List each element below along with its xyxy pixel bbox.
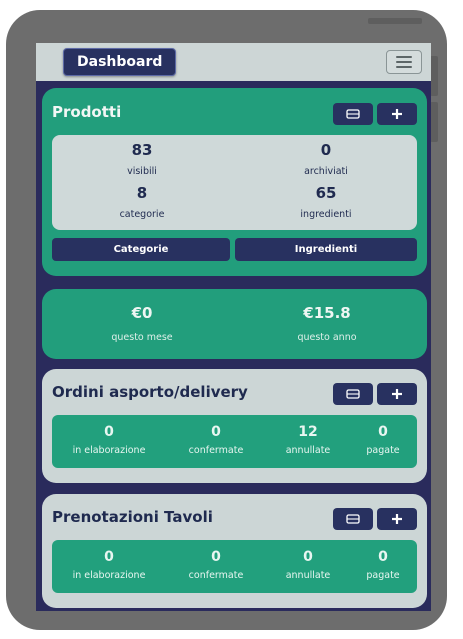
orders-title: Ordini asporto/delivery [52, 383, 248, 401]
stat-value: 12 [298, 424, 318, 440]
reservations-card: Prenotazioni Tavoli 0 in elaborazione 0 … [42, 494, 427, 608]
stat-label: annullate [285, 570, 331, 581]
reservations-actions [333, 508, 417, 530]
revenue-month-value: €0 [131, 304, 153, 322]
products-card: Prodotti 83 visibili 0 archiviati 8 cate… [42, 88, 427, 276]
revenue-year-label: questo anno [297, 332, 357, 343]
revenue-year: €15.8 questo anno [237, 304, 417, 343]
stat-ingredients: 65 ingredienti [246, 184, 406, 220]
orders-stat-processing: 0 in elaborazione [54, 424, 164, 456]
reservations-add-button[interactable] [377, 508, 417, 530]
stat-value: 0 [303, 549, 313, 565]
stat-value: 0 [211, 549, 221, 565]
stat-value: 0 [378, 549, 388, 565]
reservations-stat-paid: 0 pagate [354, 549, 412, 581]
products-title: Prodotti [52, 103, 122, 121]
stat-label: annullate [285, 445, 331, 456]
products-stats: 83 visibili 0 archiviati 8 categorie 65 … [52, 135, 417, 230]
list-icon [346, 109, 360, 119]
orders-card: Ordini asporto/delivery 0 in elaborazion… [42, 369, 427, 483]
products-add-button[interactable] [377, 103, 417, 125]
hamburger-icon[interactable] [386, 50, 422, 74]
device-volume-up [430, 56, 438, 96]
stat-value: 0 [211, 424, 221, 440]
stat-visible: 83 visibili [62, 141, 222, 177]
stat-value: 0 [104, 424, 114, 440]
stat-label: visibili [127, 166, 157, 177]
plus-icon [392, 389, 402, 399]
reservations-stat-confirmed: 0 confermate [170, 549, 262, 581]
orders-stats: 0 in elaborazione 0 confermate 12 annull… [52, 415, 417, 468]
stat-archived: 0 archiviati [246, 141, 406, 177]
orders-stat-cancelled: 12 annullate [272, 424, 344, 456]
device-top-button [368, 18, 422, 24]
stat-label: pagate [366, 570, 400, 581]
orders-list-button[interactable] [333, 383, 373, 405]
stat-value: 0 [104, 549, 114, 565]
app-screen: Dashboard Prodotti 83 visibili 0 archivi… [36, 43, 431, 611]
device-frame: Dashboard Prodotti 83 visibili 0 archivi… [6, 10, 447, 630]
device-volume-down [430, 102, 438, 142]
reservations-stats: 0 in elaborazione 0 confermate 0 annulla… [52, 540, 417, 593]
stat-label: confermate [188, 570, 244, 581]
stat-label: confermate [188, 445, 244, 456]
stat-label: categorie [119, 209, 165, 220]
reservations-stat-cancelled: 0 annullate [272, 549, 344, 581]
stat-label: in elaborazione [72, 445, 146, 456]
revenue-month-label: questo mese [111, 332, 173, 343]
navbar: Dashboard [36, 43, 431, 81]
plus-icon [392, 109, 402, 119]
stat-value: 65 [315, 184, 337, 202]
orders-add-button[interactable] [377, 383, 417, 405]
stat-value: 83 [131, 141, 153, 159]
orders-stat-confirmed: 0 confermate [170, 424, 262, 456]
products-list-button[interactable] [333, 103, 373, 125]
dashboard-brand-button[interactable]: Dashboard [63, 48, 177, 76]
stat-label: in elaborazione [72, 570, 146, 581]
categories-button[interactable]: Categorie [52, 238, 230, 261]
reservations-stat-processing: 0 in elaborazione [54, 549, 164, 581]
stat-categories: 8 categorie [62, 184, 222, 220]
reservations-title: Prenotazioni Tavoli [52, 508, 213, 526]
products-actions [333, 103, 417, 125]
stat-label: ingredienti [300, 209, 352, 220]
list-icon [346, 514, 360, 524]
plus-icon [392, 514, 402, 524]
revenue-month: €0 questo mese [52, 304, 232, 343]
orders-stat-paid: 0 pagate [354, 424, 412, 456]
stat-label: archiviati [304, 166, 348, 177]
stat-value: 0 [378, 424, 388, 440]
revenue-card: €0 questo mese €15.8 questo anno [42, 289, 427, 359]
revenue-year-value: €15.8 [303, 304, 351, 322]
stat-label: pagate [366, 445, 400, 456]
stat-value: 8 [136, 184, 148, 202]
ingredients-button[interactable]: Ingredienti [235, 238, 417, 261]
orders-actions [333, 383, 417, 405]
list-icon [346, 389, 360, 399]
stat-value: 0 [320, 141, 332, 159]
reservations-list-button[interactable] [333, 508, 373, 530]
